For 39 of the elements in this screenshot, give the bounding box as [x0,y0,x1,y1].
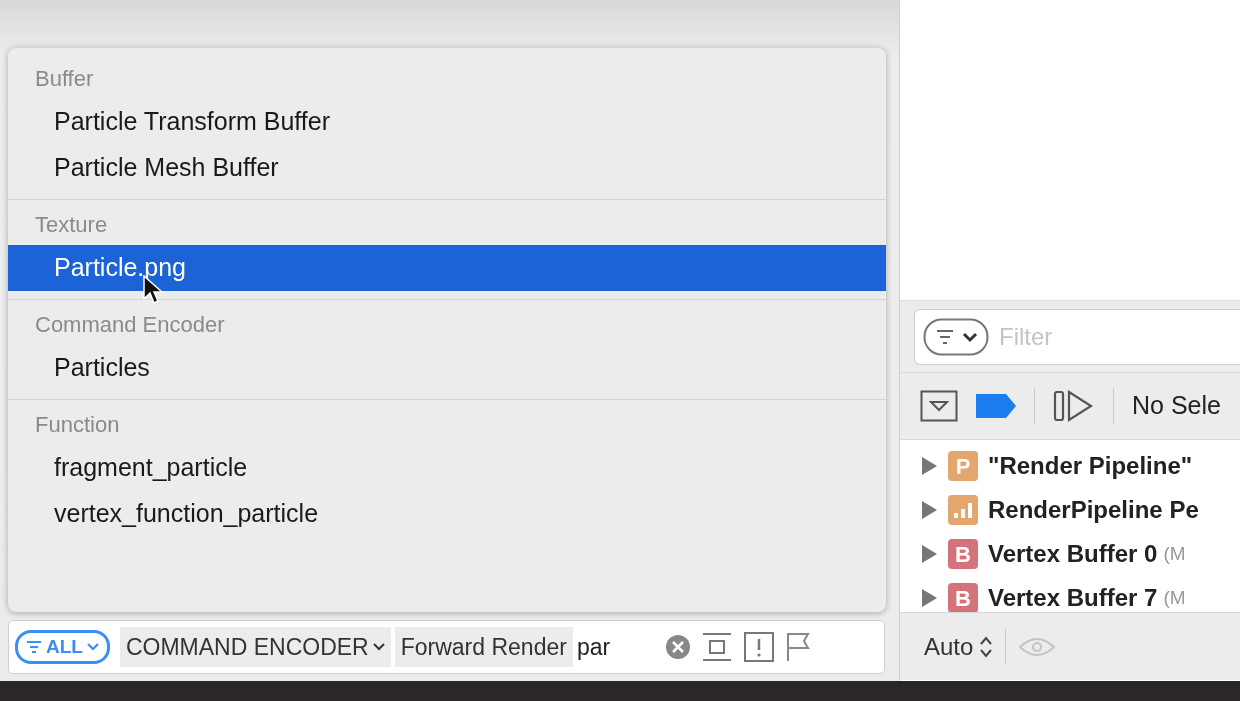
disclosure-triangle-icon[interactable] [920,456,938,476]
chevron-icon [86,643,99,651]
clear-icon[interactable] [664,634,691,660]
result-item[interactable]: vertex_function_particle [8,491,886,537]
row-label[interactable]: Vertex Buffer 7 [988,580,1158,616]
filter-icon [26,640,42,654]
result-item[interactable]: Particle Transform Buffer [8,99,886,145]
section-header: Command Encoder [34,311,226,339]
warning-icon[interactable] [742,631,775,663]
disclosure-triangle-icon[interactable] [920,544,938,564]
row-detail: (M [1163,541,1186,566]
row-label[interactable]: "Render Pipeline" [988,448,1193,484]
type-badge: B [948,583,978,613]
chevron-icon [372,643,385,651]
disclosure-triangle-icon[interactable] [920,500,938,520]
result-item[interactable]: Particle Mesh Buffer [8,145,886,191]
type-badge: B [948,539,978,569]
type-badge: P [948,451,978,481]
mode-selector[interactable]: Auto [924,628,994,665]
section-header: Function [34,411,121,439]
up-down-icon [979,634,994,659]
frame-icon[interactable] [700,631,733,663]
row-label[interactable]: RenderPipeline Pe [988,492,1199,528]
search-token[interactable]: COMMAND ENCODER [119,626,391,668]
selection-label: No Sele [1132,390,1221,422]
section-header: Buffer [34,65,95,93]
search-input[interactable]: par [576,629,647,665]
dropdown-box-icon[interactable] [920,390,958,422]
step-icon[interactable] [1053,389,1095,423]
filter-menu-icon[interactable] [923,318,989,356]
disclosure-triangle-icon[interactable] [920,588,938,608]
filter-bar[interactable]: Filter [914,309,1240,365]
search-token[interactable]: Forward Render [394,626,573,668]
section-header: Texture [34,211,109,239]
row-detail: (M [1163,585,1186,610]
row-label[interactable]: Vertex Buffer 0 [988,536,1158,572]
result-item[interactable]: Particles [8,345,886,391]
tag-icon[interactable] [976,392,1016,420]
result-item[interactable]: fragment_particle [8,445,886,491]
